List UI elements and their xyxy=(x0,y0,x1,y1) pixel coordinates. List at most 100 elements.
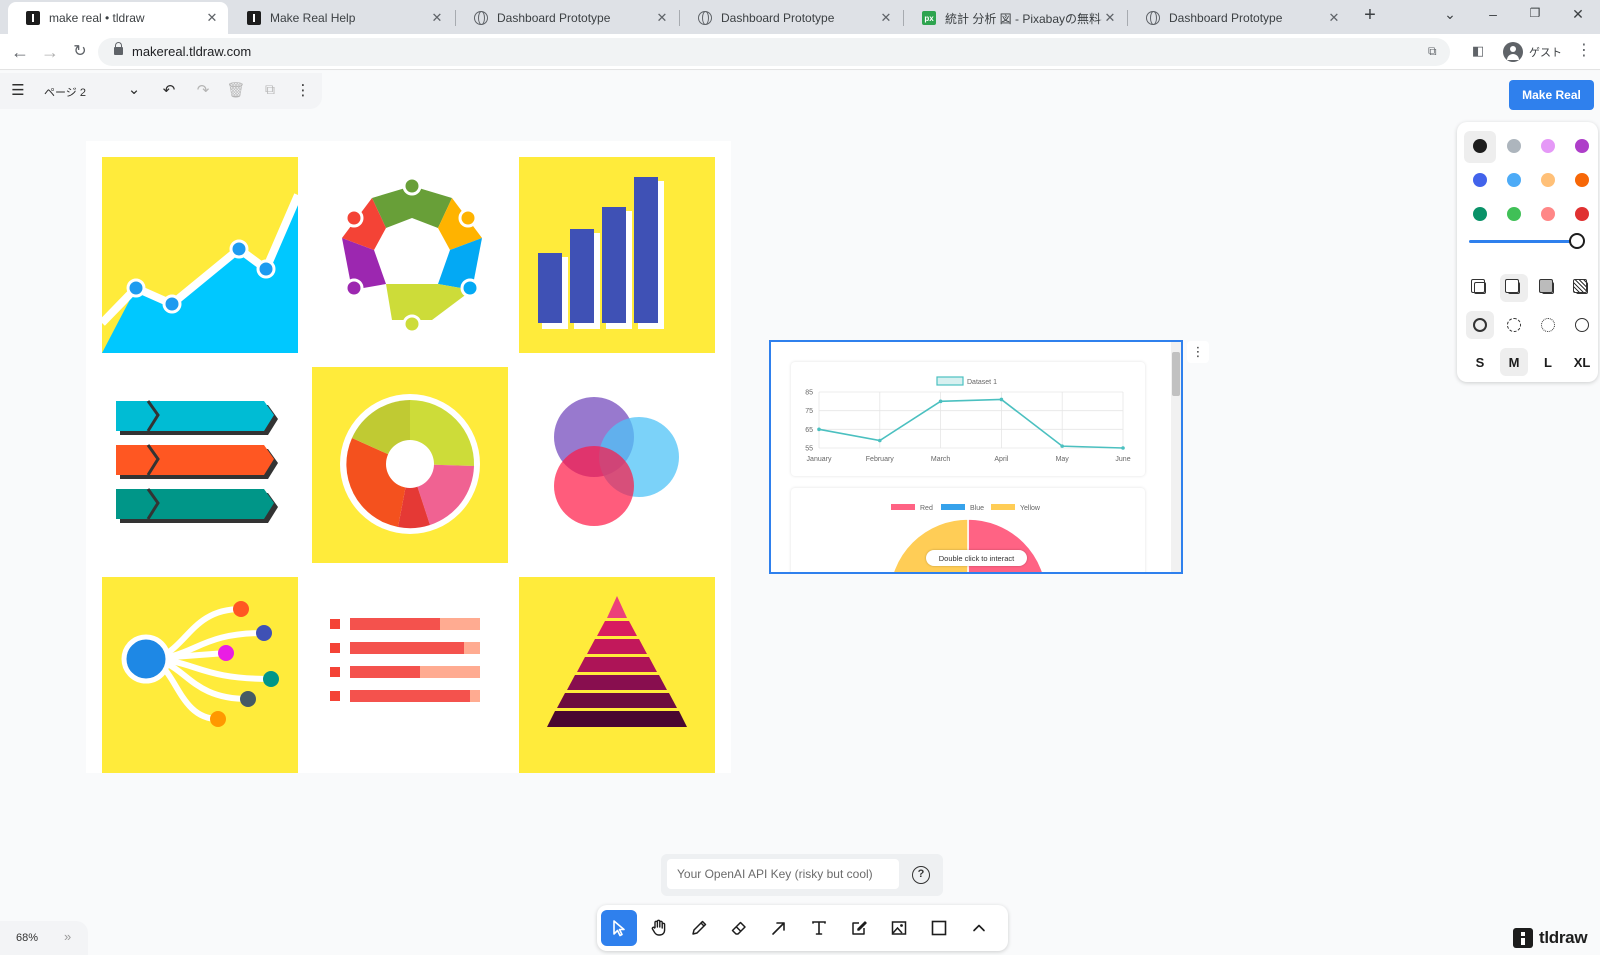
window-close-icon[interactable]: ✕ xyxy=(1568,6,1588,23)
minimize-icon[interactable]: – xyxy=(1483,6,1503,22)
x-tick-label: May xyxy=(1056,456,1070,463)
tldraw-canvas[interactable]: ☰ ページ 2 ⌄ ↶ ↷ 🗑 ⧉ ⋮ Make Real S M L XL D… xyxy=(0,71,1600,955)
side-panel-icon[interactable]: ◧ xyxy=(1472,43,1484,59)
undo-icon[interactable]: ↶ xyxy=(159,81,179,99)
dash-dashed-option[interactable] xyxy=(1500,311,1528,339)
dash-solid-option[interactable] xyxy=(1568,311,1596,339)
tab-close-icon[interactable]: ✕ xyxy=(654,10,670,26)
tab-search-icon[interactable]: ⌄ xyxy=(1440,6,1460,23)
color-swatch[interactable] xyxy=(1507,207,1521,221)
tldraw-logo[interactable]: tldraw xyxy=(1513,928,1588,948)
color-swatch[interactable] xyxy=(1541,207,1555,221)
make-real-button[interactable]: Make Real xyxy=(1509,80,1594,110)
lock-icon xyxy=(114,42,123,55)
dash-dashed-icon xyxy=(1507,318,1521,332)
color-swatch[interactable] xyxy=(1507,173,1521,187)
api-key-input[interactable] xyxy=(667,859,899,889)
size-m-option[interactable]: M xyxy=(1500,348,1528,376)
size-s-option[interactable]: S xyxy=(1466,348,1494,376)
size-l-option[interactable]: L xyxy=(1534,348,1562,376)
reload-icon[interactable]: ↻ xyxy=(68,40,92,64)
note-tool[interactable] xyxy=(841,910,877,946)
color-swatch[interactable] xyxy=(1575,207,1589,221)
browser-tab-make-real[interactable]: make real • tldraw ✕ xyxy=(8,2,228,34)
data-point xyxy=(1060,444,1064,448)
color-swatch[interactable] xyxy=(1541,173,1555,187)
color-swatch[interactable] xyxy=(1507,139,1521,153)
y-tick-label: 75 xyxy=(805,408,813,415)
series-line xyxy=(818,398,1124,449)
image-tool[interactable] xyxy=(881,910,917,946)
expand-minimap-icon[interactable]: » xyxy=(64,929,71,944)
fill-pattern-option[interactable] xyxy=(1568,274,1596,302)
double-click-overlay: Double click to interact xyxy=(926,550,1027,566)
fill-semi-option[interactable] xyxy=(1500,274,1528,302)
draw-tool[interactable] xyxy=(681,910,717,946)
color-swatch[interactable] xyxy=(1575,139,1589,153)
fill-solid-option[interactable] xyxy=(1534,274,1562,302)
color-swatch[interactable] xyxy=(1575,173,1589,187)
color-swatch[interactable] xyxy=(1473,139,1487,153)
browser-tab-pixabay[interactable]: px 統計 分析 図 - Pixabayの無料ベクター ✕ xyxy=(904,2,1126,34)
y-tick-label: 55 xyxy=(805,446,813,453)
select-tool[interactable] xyxy=(601,910,637,946)
shape-menu-icon[interactable]: ⋮ xyxy=(1187,341,1209,363)
dash-draw-icon xyxy=(1473,318,1487,332)
address-bar[interactable]: makereal.tldraw.com ⧉ xyxy=(98,38,1450,66)
x-tick-label: January xyxy=(807,456,832,463)
forward-icon[interactable]: → xyxy=(38,40,62,64)
size-xl-option[interactable]: XL xyxy=(1568,348,1596,376)
redo-icon[interactable]: ↷ xyxy=(193,81,213,99)
color-swatch[interactable] xyxy=(1541,139,1555,153)
tldraw-logo-icon xyxy=(1513,928,1533,948)
help-icon[interactable]: ? xyxy=(912,866,930,884)
hand-tool[interactable] xyxy=(641,910,677,946)
translate-icon[interactable]: ⧉ xyxy=(1428,44,1437,59)
rectangle-tool[interactable] xyxy=(921,910,957,946)
chevron-up-icon xyxy=(973,924,985,932)
tab-close-icon[interactable]: ✕ xyxy=(1326,10,1342,26)
tab-close-icon[interactable]: ✕ xyxy=(878,10,894,26)
new-tab-button[interactable]: + xyxy=(1360,4,1380,27)
globe-icon xyxy=(1146,11,1160,25)
tab-close-icon[interactable]: ✕ xyxy=(204,10,220,26)
text-icon xyxy=(812,921,826,935)
opacity-slider[interactable] xyxy=(1469,240,1577,243)
arrow-tool[interactable] xyxy=(761,910,797,946)
pencil-icon xyxy=(692,920,707,935)
dash-solid-icon xyxy=(1575,318,1589,332)
tab-close-icon[interactable]: ✕ xyxy=(429,10,445,26)
infographic-image[interactable] xyxy=(86,141,731,773)
preview-scrollbar[interactable] xyxy=(1171,342,1181,572)
back-icon[interactable]: ← xyxy=(8,40,32,64)
profile-button[interactable]: ゲスト xyxy=(1503,39,1562,65)
color-swatch[interactable] xyxy=(1473,207,1487,221)
x-tick-label: April xyxy=(994,456,1008,463)
image-icon xyxy=(891,921,907,935)
hamburger-menu-icon[interactable]: ☰ xyxy=(8,81,28,99)
opacity-slider-thumb[interactable] xyxy=(1569,233,1585,249)
dashboard-preview-frame[interactable]: Dataset 1 55 65 75 85 January February March Apr… xyxy=(769,340,1183,574)
chevron-down-icon[interactable]: ⌄ xyxy=(124,80,144,98)
tab-title: Dashboard Prototype xyxy=(721,11,835,25)
browser-tab-dashboard-1[interactable]: Dashboard Prototype ✕ xyxy=(456,2,678,34)
eraser-tool[interactable] xyxy=(721,910,757,946)
text-tool[interactable] xyxy=(801,910,837,946)
zoom-level[interactable]: 68% xyxy=(16,932,38,944)
fill-none-option[interactable] xyxy=(1466,274,1494,302)
color-swatch[interactable] xyxy=(1473,173,1487,187)
more-options-icon[interactable]: ⋮ xyxy=(293,81,313,99)
more-tools-button[interactable] xyxy=(961,910,997,946)
fill-none-icon xyxy=(1471,279,1486,294)
browser-tab-help[interactable]: Make Real Help ✕ xyxy=(229,2,453,34)
restore-icon[interactable]: ❐ xyxy=(1525,6,1545,20)
trash-icon[interactable]: 🗑 xyxy=(226,81,246,99)
browser-tab-dashboard-3[interactable]: Dashboard Prototype ✕ xyxy=(1128,2,1350,34)
duplicate-icon[interactable]: ⧉ xyxy=(260,81,280,98)
dash-draw-option[interactable] xyxy=(1466,311,1494,339)
browser-tab-dashboard-2[interactable]: Dashboard Prototype ✕ xyxy=(680,2,902,34)
dash-dotted-option[interactable] xyxy=(1534,311,1562,339)
page-name[interactable]: ページ 2 xyxy=(44,84,86,100)
tab-close-icon[interactable]: ✕ xyxy=(1102,10,1118,26)
browser-menu-icon[interactable]: ⋮ xyxy=(1576,40,1592,60)
